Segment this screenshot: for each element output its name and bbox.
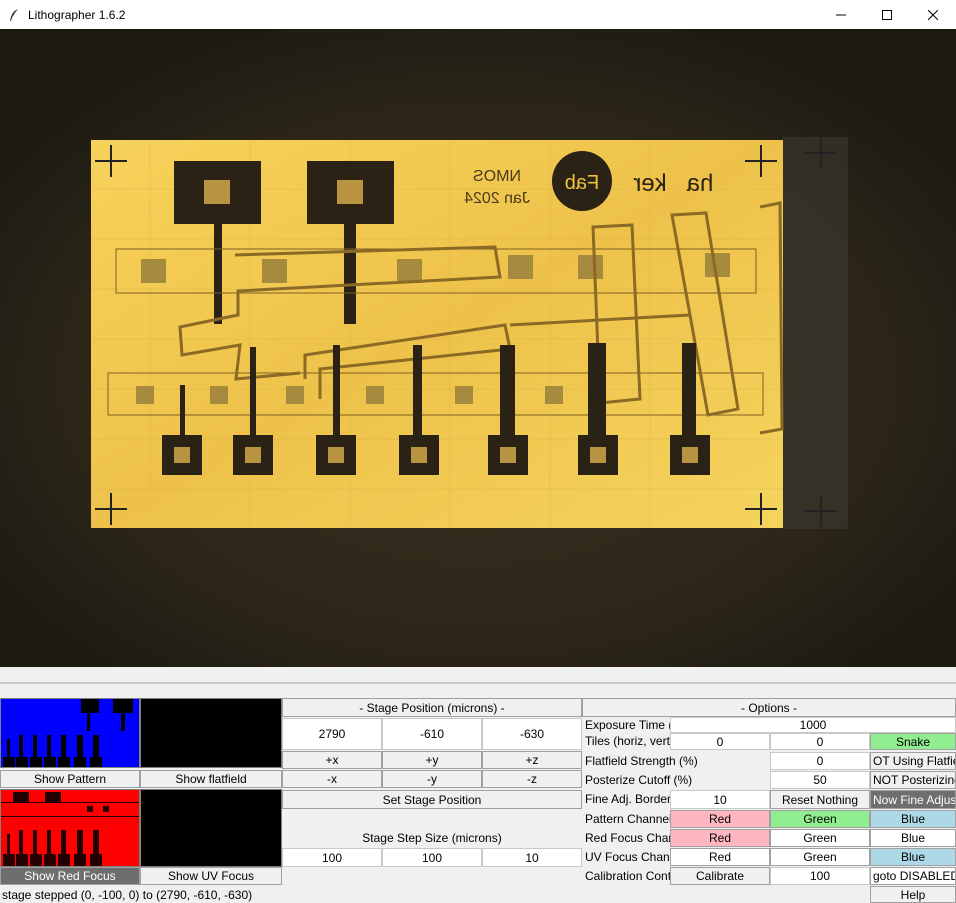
uv-focus-channel-label: UV Focus Chann	[585, 850, 670, 864]
minus-y-button[interactable]: -y	[382, 770, 482, 788]
reset-nothing-button[interactable]: Reset Nothing	[770, 790, 870, 809]
pane-separator[interactable]	[0, 667, 956, 698]
red-focus-blue-button[interactable]: Blue	[870, 829, 956, 847]
minus-z-button[interactable]: -z	[482, 770, 582, 788]
tiles-label: Tiles (horiz, vert)	[585, 734, 670, 748]
show-pattern-button[interactable]: Show Pattern	[0, 770, 140, 788]
red-focus-preview	[0, 789, 140, 867]
red-focus-red-button[interactable]: Red	[670, 829, 770, 847]
close-icon	[928, 9, 938, 20]
maximize-icon	[882, 9, 892, 20]
posterize-cutoff-label: Posterize Cutoff (%)	[585, 772, 693, 787]
uv-focus-preview	[140, 789, 282, 867]
posterize-cutoff-field[interactable]: 50	[770, 771, 870, 789]
fine-adj-border-label: Fine Adj. Border	[585, 792, 670, 806]
svg-text:Jan 2024: Jan 2024	[464, 190, 530, 207]
feather-icon	[8, 8, 22, 22]
show-flatfield-button[interactable]: Show flatfield	[140, 770, 282, 788]
uv-focus-green-button[interactable]: Green	[770, 848, 870, 866]
window-title: Lithographer 1.6.2	[28, 7, 126, 22]
stage-z-field[interactable]: -630	[482, 718, 582, 750]
show-uv-focus-button[interactable]: Show UV Focus	[140, 867, 282, 885]
snake-toggle[interactable]: Snake	[870, 733, 956, 750]
title-bar: Lithographer 1.6.2	[0, 0, 956, 29]
svg-text:ker: ker	[633, 170, 666, 197]
calibration-label: Calibration Cont	[585, 869, 670, 883]
plus-z-button[interactable]: +z	[482, 751, 582, 769]
calibrate-button[interactable]: Calibrate	[670, 867, 770, 885]
flatfield-strength-label: Flatfield Strength (%)	[585, 753, 698, 768]
pattern-preview	[0, 698, 140, 768]
maximize-button[interactable]	[864, 0, 910, 29]
red-focus-channel-label: Red Focus Chan	[585, 831, 670, 845]
step-y-field[interactable]: 100	[382, 848, 482, 867]
stage-position-header: - Stage Position (microns) -	[282, 698, 582, 717]
fine-adjust-toggle[interactable]: Now Fine Adjust	[870, 790, 956, 809]
minimize-button[interactable]	[818, 0, 864, 29]
set-stage-position-button[interactable]: Set Stage Position	[282, 790, 582, 809]
flatfield-preview	[140, 698, 282, 768]
goto-toggle[interactable]: goto DISABLED	[870, 867, 956, 885]
svg-text:Fab: Fab	[565, 172, 599, 194]
pattern-channel-label: Pattern Channel	[585, 812, 670, 826]
options-header: - Options -	[582, 698, 956, 717]
flatfield-toggle[interactable]: OT Using Flatfie	[870, 752, 956, 770]
stage-y-field[interactable]: -610	[382, 718, 482, 750]
plus-y-button[interactable]: +y	[382, 751, 482, 769]
red-focus-green-button[interactable]: Green	[770, 829, 870, 847]
stage-x-field[interactable]: 2790	[282, 718, 382, 750]
svg-text:ha: ha	[686, 170, 713, 197]
tiles-horiz-field[interactable]: 0	[670, 733, 770, 750]
plus-x-button[interactable]: +x	[282, 751, 382, 769]
minus-x-button[interactable]: -x	[282, 770, 382, 788]
posterize-toggle[interactable]: NOT Posterizing	[870, 771, 956, 789]
calibration-field[interactable]: 100	[770, 867, 870, 885]
pattern-blue-button[interactable]: Blue	[870, 810, 956, 828]
exposure-label: Exposure Time (	[585, 718, 670, 732]
camera-view[interactable]: Fab ker ha NMOS Jan 2024	[0, 29, 956, 667]
minimize-icon	[836, 14, 846, 15]
pattern-green-button[interactable]: Green	[770, 810, 870, 828]
help-button[interactable]: Help	[870, 886, 956, 903]
show-red-focus-button[interactable]: Show Red Focus	[0, 867, 140, 885]
pattern-red-button[interactable]: Red	[670, 810, 770, 828]
status-text: stage stepped (0, -100, 0) to (2790, -61…	[2, 888, 253, 902]
step-z-field[interactable]: 10	[482, 848, 582, 867]
step-size-label: Stage Step Size (microns)	[362, 831, 502, 845]
exposure-field[interactable]: 1000	[670, 717, 956, 733]
flatfield-strength-field[interactable]: 0	[770, 752, 870, 770]
uv-focus-red-button[interactable]: Red	[670, 848, 770, 866]
svg-text:NMOS: NMOS	[473, 168, 521, 185]
uv-focus-blue-button[interactable]: Blue	[870, 848, 956, 866]
fine-adj-border-field[interactable]: 10	[670, 790, 770, 809]
step-x-field[interactable]: 100	[282, 848, 382, 867]
tiles-vert-field[interactable]: 0	[770, 733, 870, 750]
close-button[interactable]	[910, 0, 956, 29]
